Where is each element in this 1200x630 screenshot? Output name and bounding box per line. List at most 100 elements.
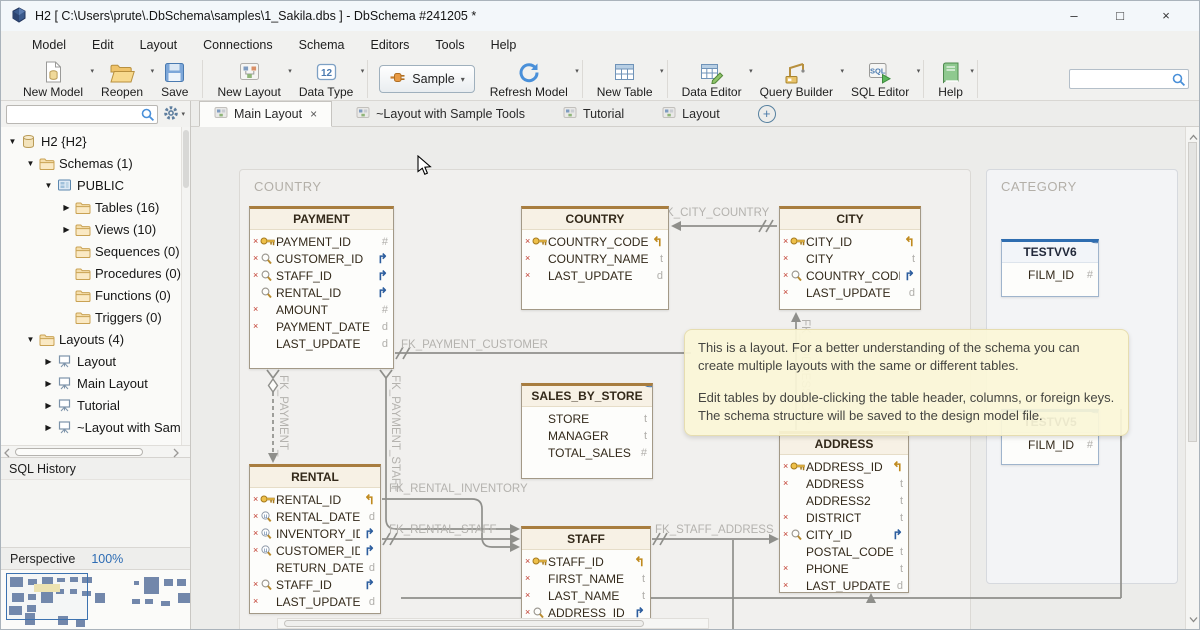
tree-vertical-scrollbar[interactable] [181,127,190,445]
column-row-payment-id[interactable]: ×PAYMENT_ID# [250,233,393,250]
column-row-rental-id[interactable]: ×RENTAL_ID↰ [250,491,380,508]
tree-item-views-10[interactable]: ▶Views (10) [1,218,190,240]
table-header[interactable]: STAFF [522,529,650,550]
chevron-down-icon[interactable]: ▾ [660,67,664,75]
column-row-last-update[interactable]: ×LAST_UPDATEd [522,267,668,284]
tree-item-main-layout[interactable]: ▶Main Layout [1,372,190,394]
reopen-button[interactable]: ▾Reopen [92,60,152,99]
diagram-vertical-scrollbar[interactable] [1185,127,1199,629]
expander-icon[interactable]: ▼ [24,335,37,344]
chevron-down-icon[interactable]: ▾ [575,67,579,75]
fk-label-fk-rental-staff[interactable]: FK_RENTAL_STAFF [389,524,497,536]
column-row-staff-id[interactable]: ×STAFF_ID↱ [250,267,393,284]
scroll-left-icon[interactable] [3,447,11,461]
tree-horizontal-scrollbar[interactable] [1,445,190,457]
expander-icon[interactable]: ▶ [42,401,55,410]
column-row-district[interactable]: ×DISTRICTt [780,509,908,526]
column-row-country-name[interactable]: ×COUNTRY_NAMEt [522,250,668,267]
column-row-city-id[interactable]: ×CITY_ID↰ [780,233,920,250]
new-model-button[interactable]: ▾New Model [14,60,92,99]
menu-item-help[interactable]: Help [478,38,530,52]
column-row-store[interactable]: STOREt [522,410,652,427]
expander-icon[interactable]: ▶ [42,357,55,366]
new-layout-button[interactable]: ▾New Layout [208,60,289,99]
column-row-manager[interactable]: MANAGERt [522,427,652,444]
fk-label-fk-payment-rental[interactable]: FK_PAYMENT_RENTAL [277,375,289,457]
column-row-last-update[interactable]: ×LAST_UPDATEd [780,284,920,301]
new-tab-button[interactable]: + [758,105,776,123]
toolbar-search-input[interactable] [1070,70,1170,88]
save-button[interactable]: Save [152,60,197,99]
diagram-horizontal-scrollbar[interactable] [277,618,709,629]
chevron-down-icon[interactable]: ▾ [970,67,974,75]
table-header[interactable]: COUNTRY [522,209,668,230]
column-row-last-update[interactable]: ×LAST_UPDATEd [250,593,380,610]
column-row-address[interactable]: ×ADDRESSt [780,475,908,492]
tree-item-sequences-0[interactable]: Sequences (0) [1,240,190,262]
tree-item-public[interactable]: ▼PUBLIC [1,174,190,196]
expander-icon[interactable]: ▶ [42,423,55,432]
column-row-last-update[interactable]: LAST_UPDATEd [250,335,393,352]
column-row-last-name[interactable]: ×LAST_NAMEt [522,587,650,604]
diagram-table-sales-by-store[interactable]: SALES_BY_STORE STOREtMANAGERtTOTAL_SALES# [521,383,653,479]
column-row-country-code[interactable]: ×COUNTRY_CODE↱ [780,267,920,284]
column-row-inventory-id[interactable]: ×uINVENTORY_ID↱ [250,525,380,542]
menu-item-tools[interactable]: Tools [422,38,477,52]
table-header[interactable]: PAYMENT [250,209,393,230]
column-row-address-id[interactable]: ×ADDRESS_ID↰ [780,458,908,475]
column-row-address2[interactable]: ADDRESS2t [780,492,908,509]
tree-item-tables-16[interactable]: ▶Tables (16) [1,196,190,218]
table-header[interactable]: SALES_BY_STORE [522,386,652,407]
scrollbar-thumb[interactable] [183,130,189,188]
tab-layout-with-sample-tools[interactable]: ~Layout with Sample Tools [342,101,539,126]
diagram-table-city[interactable]: CITY ×CITY_ID↰×CITYt×COUNTRY_CODE↱×LAST_U… [779,206,921,310]
help-button[interactable]: ▾Help [929,60,972,99]
menu-item-connections[interactable]: Connections [190,38,286,52]
expander-icon[interactable]: ▶ [42,379,55,388]
tree-item-functions-0[interactable]: Functions (0) [1,284,190,306]
table-header[interactable]: RENTAL [250,467,380,488]
column-row-city[interactable]: ×CITYt [780,250,920,267]
close-button[interactable]: × [1143,1,1189,31]
fk-label-fk-payment-customer[interactable]: FK_PAYMENT_CUSTOMER [401,339,548,351]
tree-item-layouts-4[interactable]: ▼Layouts (4) [1,328,190,350]
menu-item-layout[interactable]: Layout [127,38,191,52]
toolbar-search-box[interactable] [1069,69,1189,89]
column-row-postal-code[interactable]: POSTAL_CODEt [780,543,908,560]
menu-item-model[interactable]: Model [19,38,79,52]
diagram-minimap[interactable] [1,570,190,629]
column-row-return-date[interactable]: RETURN_DATEd [250,559,380,576]
sidebar-search-box[interactable] [6,105,158,124]
column-row-phone[interactable]: ×PHONEt [780,560,908,577]
diagram-table-payment[interactable]: PAYMENT×PAYMENT_ID#×CUSTOMER_ID↱×STAFF_I… [249,206,394,369]
column-row-first-name[interactable]: ×FIRST_NAMEt [522,570,650,587]
column-row-country-code[interactable]: ×COUNTRY_CODE↰ [522,233,668,250]
sample-button[interactable]: Sample▾ [379,65,474,93]
data-type-button[interactable]: 12▾Data Type [290,60,362,99]
column-row-total-sales[interactable]: TOTAL_SALES# [522,444,652,461]
expander-icon[interactable]: ▼ [42,181,55,190]
column-row-film-id[interactable]: FILM_ID# [1002,436,1098,453]
maximize-button[interactable]: □ [1097,1,1143,31]
fk-label-fk-city-country[interactable]: FK_CITY_COUNTRY [659,207,769,219]
fk-label-fk-rental-inventory[interactable]: FK_RENTAL_INVENTORY [389,483,528,495]
column-row-customer-id[interactable]: ×uCUSTOMER_ID↱ [250,542,380,559]
query-builder-button[interactable]: ▾Query Builder [751,60,842,99]
column-row-amount[interactable]: ×AMOUNT# [250,301,393,318]
tree-item-tutorial[interactable]: ▶Tutorial [1,394,190,416]
table-header[interactable]: CITY [780,209,920,230]
column-row-rental-id[interactable]: RENTAL_ID↱ [250,284,393,301]
menu-item-edit[interactable]: Edit [79,38,127,52]
chevron-down-icon[interactable]: ▾ [361,67,365,75]
expander-icon[interactable]: ▼ [6,137,19,146]
diagram-table-staff[interactable]: STAFF×STAFF_ID↰×FIRST_NAMEt×LAST_NAMEt×A… [521,526,651,629]
minimize-button[interactable]: – [1051,1,1097,31]
expander-icon[interactable]: ▶ [60,203,73,212]
scroll-down-icon[interactable] [1189,612,1198,626]
tree-item-triggers-0[interactable]: Triggers (0) [1,306,190,328]
tab-main-layout[interactable]: Main Layout× [199,101,332,127]
data-editor-button[interactable]: ▾Data Editor [673,60,751,99]
table-header[interactable]: ADDRESS [780,434,908,455]
scrollbar-thumb[interactable] [15,448,143,456]
tab-tutorial[interactable]: Tutorial [549,101,638,126]
